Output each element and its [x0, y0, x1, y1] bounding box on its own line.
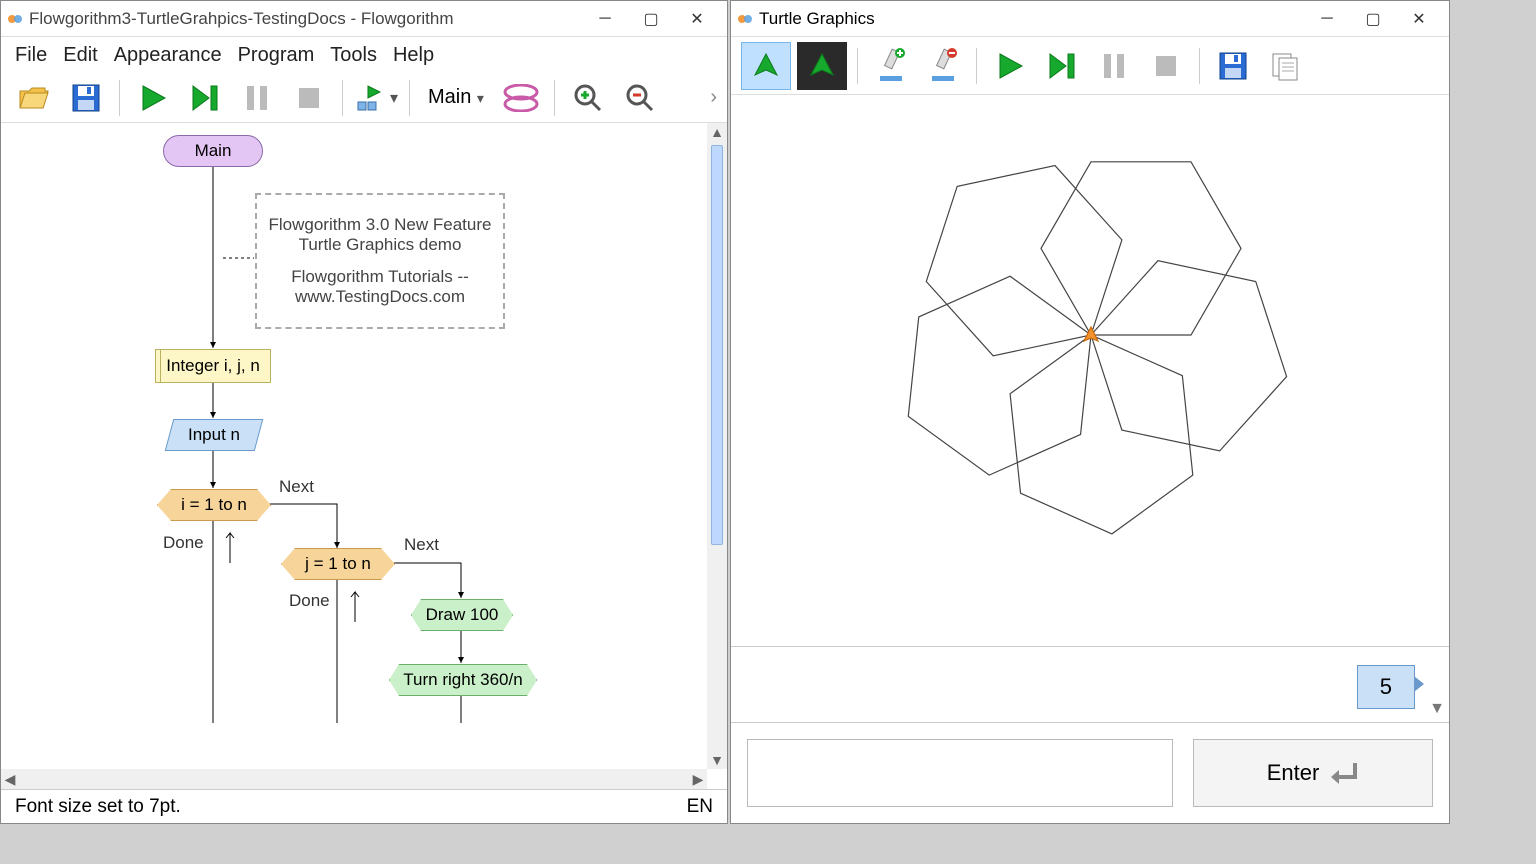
function-selector[interactable]: Main ▾	[420, 86, 492, 109]
close-button[interactable]: ✕	[1403, 7, 1435, 31]
label-done-1: Done	[163, 533, 204, 553]
turtle-pause-button[interactable]	[1091, 45, 1137, 87]
output-panel: 5 ▼	[731, 647, 1449, 723]
declare-shape[interactable]: Integer i, j, n	[155, 349, 271, 383]
language-indicator: EN	[687, 796, 713, 818]
pause-button[interactable]	[234, 77, 280, 119]
turtle-window: Turtle Graphics ─ ▢ ✕	[730, 0, 1450, 824]
input-shape[interactable]: Input n	[165, 419, 264, 451]
label-done-2: Done	[289, 591, 330, 611]
turtle-toolbar	[731, 37, 1449, 95]
close-button[interactable]: ✕	[681, 7, 713, 31]
turtle-canvas[interactable]	[731, 95, 1449, 647]
status-text: Font size set to 7pt.	[15, 796, 181, 818]
scroll-up-icon[interactable]: ▲	[708, 123, 726, 141]
new-function-button[interactable]	[498, 77, 544, 119]
turtle-window-controls: ─ ▢ ✕	[1311, 7, 1443, 31]
turtle-run-button[interactable]	[987, 45, 1033, 87]
turtle-light-button[interactable]	[741, 42, 791, 90]
maximize-button[interactable]: ▢	[635, 7, 667, 31]
minimize-button[interactable]: ─	[1311, 7, 1343, 31]
menu-file[interactable]: File	[15, 44, 47, 67]
turtle-save-button[interactable]	[1210, 45, 1256, 87]
scroll-right-icon[interactable]: ▶	[689, 770, 707, 788]
app-icon	[7, 11, 23, 27]
comment-box[interactable]: Flowgorithm 3.0 New Feature Turtle Graph…	[255, 193, 505, 329]
scroll-left-icon[interactable]: ◀	[1, 770, 19, 788]
draw-shape[interactable]: Draw 100	[411, 599, 513, 631]
vertical-scrollbar[interactable]: ▲ ▼	[707, 123, 727, 769]
layout-button[interactable]: ▾	[353, 77, 399, 119]
menubar: File Edit Appearance Program Tools Help	[1, 37, 727, 73]
minimize-button[interactable]: ─	[589, 7, 621, 31]
scroll-thumb[interactable]	[711, 145, 723, 545]
stop-button[interactable]	[286, 77, 332, 119]
input-row: Enter	[731, 723, 1449, 823]
scroll-down-icon[interactable]: ▼	[708, 751, 726, 769]
horizontal-scrollbar[interactable]: ◀ ▶	[1, 769, 707, 789]
app-icon	[737, 11, 753, 27]
toolbar-overflow-icon[interactable]: ›	[710, 86, 717, 109]
output-scroll-down-icon[interactable]: ▼	[1425, 647, 1449, 722]
menu-tools[interactable]: Tools	[330, 44, 377, 67]
turtle-step-button[interactable]	[1039, 45, 1085, 87]
label-next-2: Next	[404, 535, 439, 555]
zoom-out-button[interactable]	[617, 77, 663, 119]
titlebar: Flowgorithm3-TurtleGrahpics-TestingDocs …	[1, 1, 727, 37]
output-value: 5	[1357, 665, 1415, 709]
terminator-main[interactable]: Main	[163, 135, 263, 167]
statusbar: Font size set to 7pt. EN	[1, 789, 727, 823]
loop-i-shape[interactable]: i = 1 to n	[157, 489, 271, 521]
pen-down-button[interactable]	[868, 45, 914, 87]
turtle-copy-button[interactable]	[1262, 45, 1308, 87]
step-button[interactable]	[182, 77, 228, 119]
save-button[interactable]	[63, 77, 109, 119]
turtle-drawing	[731, 95, 1451, 575]
enter-icon	[1329, 760, 1359, 786]
loop-j-shape[interactable]: j = 1 to n	[281, 548, 395, 580]
toolbar: ▾ Main ▾ ›	[1, 73, 727, 123]
zoom-in-button[interactable]	[565, 77, 611, 119]
turtle-stop-button[interactable]	[1143, 45, 1189, 87]
turtle-title: Turtle Graphics	[737, 9, 875, 29]
label-next-1: Next	[279, 477, 314, 497]
flowchart-canvas[interactable]: Main Flowgorithm 3.0 New Feature Turtle …	[1, 123, 727, 789]
menu-appearance[interactable]: Appearance	[114, 44, 222, 67]
turtle-dark-button[interactable]	[797, 42, 847, 90]
turtle-titlebar: Turtle Graphics ─ ▢ ✕	[731, 1, 1449, 37]
console-input[interactable]	[747, 739, 1173, 807]
open-button[interactable]	[11, 77, 57, 119]
pen-up-button[interactable]	[920, 45, 966, 87]
menu-edit[interactable]: Edit	[63, 44, 97, 67]
enter-button[interactable]: Enter	[1193, 739, 1433, 807]
run-button[interactable]	[130, 77, 176, 119]
maximize-button[interactable]: ▢	[1357, 7, 1389, 31]
flowgorithm-window: Flowgorithm3-TurtleGrahpics-TestingDocs …	[0, 0, 728, 824]
window-controls: ─ ▢ ✕	[589, 7, 721, 31]
window-title: Flowgorithm3-TurtleGrahpics-TestingDocs …	[7, 9, 454, 29]
menu-help[interactable]: Help	[393, 44, 434, 67]
turn-shape[interactable]: Turn right 360/n	[389, 664, 537, 696]
menu-program[interactable]: Program	[238, 44, 315, 67]
